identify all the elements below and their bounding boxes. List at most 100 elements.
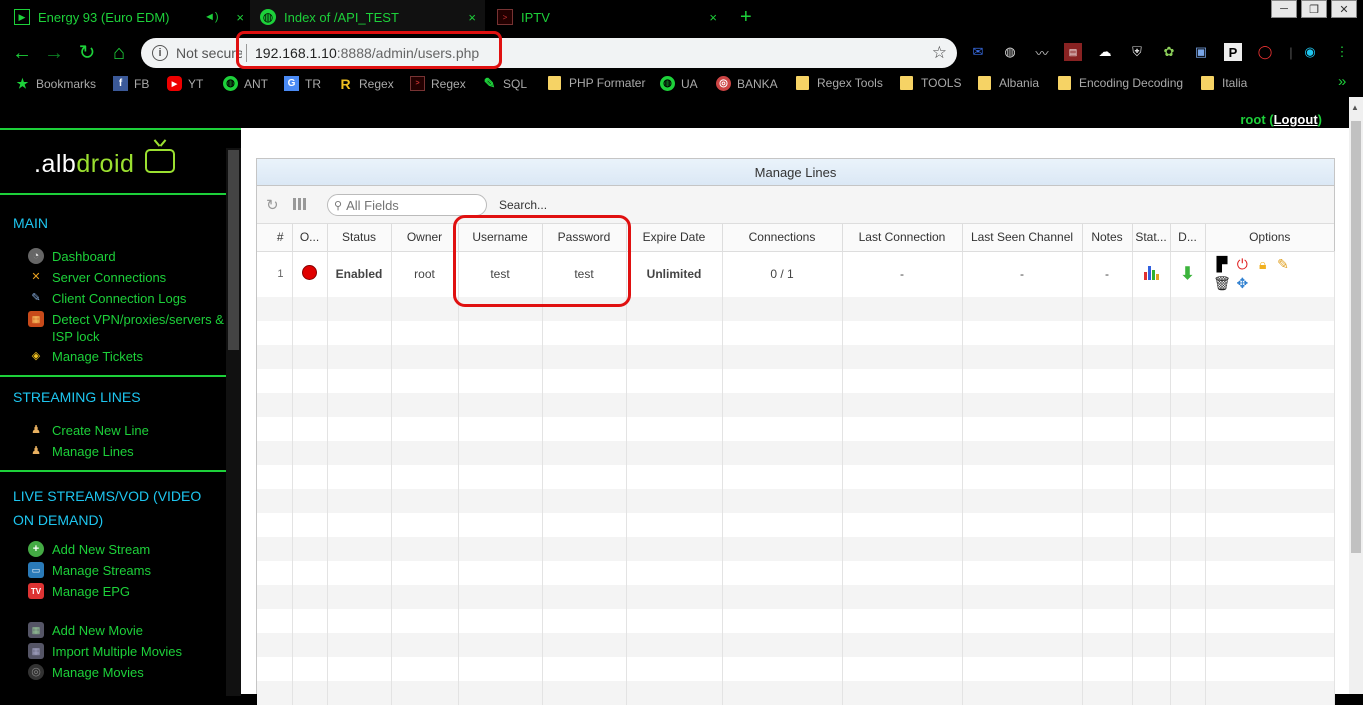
empty-cell (542, 393, 627, 417)
folder-icon (1201, 76, 1214, 90)
move-arrows-icon[interactable]: ✥ (1234, 274, 1251, 291)
column-header[interactable]: Status (327, 224, 392, 252)
sidebar-item-server-connections[interactable]: ✕ Server Connections (28, 269, 166, 286)
pdf-extension-icon[interactable]: ▤ (1064, 43, 1082, 61)
scrollbar-thumb[interactable] (228, 150, 239, 350)
bookmark-folder[interactable]: Albania (978, 76, 1039, 90)
bar-chart-icon[interactable] (1143, 265, 1159, 280)
shield-extension-icon[interactable]: ⛨ (1128, 43, 1146, 61)
stats-cell[interactable] (1132, 251, 1171, 297)
column-header[interactable]: Connections (722, 224, 843, 252)
close-window-icon[interactable]: ✕ (1331, 0, 1357, 18)
target-extension-icon[interactable]: ◉ (1301, 43, 1319, 61)
bookmark-folder[interactable]: TOOLS (900, 76, 961, 90)
divider (0, 375, 226, 377)
home-icon[interactable]: ⌂ (108, 42, 130, 64)
search-button[interactable]: Search... (499, 198, 547, 212)
p-extension-icon[interactable]: P (1224, 43, 1242, 61)
tab-api-test[interactable]: ◍ Index of /API_TEST × (250, 0, 485, 34)
restore-icon[interactable]: ❐ (1301, 0, 1327, 18)
cloud-extension-icon[interactable]: ☁ (1096, 43, 1114, 61)
sidebar-item-import-movies[interactable]: ▦ Import Multiple Movies (28, 643, 182, 660)
scroll-up-icon[interactable]: ▲ (1351, 103, 1359, 112)
bookmark-folder[interactable]: Italia (1201, 76, 1247, 90)
column-header[interactable]: Stat... (1132, 224, 1171, 252)
new-tab-button[interactable]: + (740, 0, 752, 34)
empty-cell (1170, 321, 1206, 345)
table-row[interactable]: 1 Enabled root test test Unlimited 0 / 1… (257, 251, 1335, 297)
bank-icon: ◎ (716, 76, 731, 91)
puzzle-extension-icon[interactable]: ✿ (1160, 43, 1178, 61)
bookmark-item[interactable]: ✎ SQL (482, 75, 527, 91)
screen-extension-icon[interactable]: ▣ (1192, 43, 1210, 61)
bookmark-folder[interactable]: Encoding Decoding (1058, 76, 1183, 90)
bookmark-item[interactable]: ★ Bookmarks (15, 76, 96, 91)
bookmark-star-icon[interactable]: ☆ (932, 43, 947, 63)
bookmark-item[interactable]: ▶ YT (167, 76, 203, 91)
empty-cell (257, 489, 293, 513)
sidebar-item-detect-vpn[interactable]: ▦ Detect VPN/proxies/servers & ISP lock (28, 311, 226, 345)
refresh-icon[interactable]: ↻ (266, 196, 279, 214)
sidebar-item-manage-lines[interactable]: ♟ Manage Lines (28, 443, 134, 460)
bookmark-item[interactable]: G TR (284, 76, 321, 91)
column-header[interactable]: Notes (1082, 224, 1133, 252)
scrollbar-thumb[interactable] (1351, 121, 1361, 553)
menu-icon[interactable]: ⋮ (1333, 43, 1351, 61)
column-header[interactable]: Owner (391, 224, 459, 252)
sidebar-item-add-movie[interactable]: ▦ Add New Movie (28, 622, 143, 639)
tab-iptv[interactable]: > IPTV × (497, 0, 717, 34)
sidebar-item-create-line[interactable]: ♟ Create New Line (28, 422, 149, 439)
search-box[interactable]: ⚲ (327, 194, 487, 216)
columns-icon[interactable] (293, 198, 307, 210)
close-icon[interactable]: × (709, 10, 717, 25)
sidebar-scrollbar[interactable] (226, 148, 241, 696)
lock-icon[interactable]: 🔒︎ (1254, 256, 1271, 273)
column-header[interactable]: Expire Date (626, 224, 723, 252)
page-scrollbar[interactable]: ▲ (1349, 97, 1363, 694)
mustache-extension-icon[interactable]: 〰 (1033, 43, 1051, 61)
bookmark-item[interactable]: R Regex (338, 76, 393, 92)
column-header[interactable]: O... (292, 224, 328, 252)
bookmark-item[interactable]: ◍ ANT (223, 76, 268, 91)
logout-link[interactable]: Logout (1274, 112, 1318, 127)
opera-extension-icon[interactable]: ◯ (1256, 43, 1274, 61)
column-header[interactable]: Last Seen Channel (962, 224, 1083, 252)
empty-cell (626, 561, 723, 585)
minimize-icon[interactable]: ─ (1271, 0, 1297, 18)
sidebar-item-manage-streams[interactable]: ▭ Manage Streams (28, 562, 151, 579)
sidebar-item-add-stream[interactable]: + Add New Stream (28, 541, 150, 558)
sidebar-item-manage-epg[interactable]: TV Manage EPG (28, 583, 130, 600)
bookmarks-overflow-button[interactable]: » (1338, 73, 1346, 90)
sidebar-item-tickets[interactable]: ◈ Manage Tickets (28, 348, 143, 365)
column-header[interactable]: # (257, 224, 293, 252)
mail-extension-icon[interactable]: ✉ (969, 43, 987, 61)
bookmark-item[interactable]: ◎ BANKA (716, 76, 778, 91)
delete-trash-icon[interactable]: 🗑︎ (1213, 274, 1231, 291)
globe-extension-icon[interactable]: ◍ (1001, 43, 1019, 61)
download-arrow-icon[interactable]: ⬇ (1180, 264, 1194, 283)
forward-icon[interactable]: → (43, 42, 65, 64)
sidebar-item-client-logs[interactable]: ✎ Client Connection Logs (28, 290, 186, 307)
bookmark-item[interactable]: ◍ UA (660, 76, 698, 91)
power-icon[interactable]: ⏻ (1234, 256, 1251, 273)
bookmark-item[interactable]: f FB (113, 76, 149, 91)
sidebar-item-manage-movies[interactable]: ◎ Manage Movies (28, 664, 144, 681)
bookmark-folder[interactable]: PHP Formater (548, 76, 645, 90)
sidebar-item-dashboard[interactable]: ◔ Dashboard (28, 248, 116, 265)
close-icon[interactable]: × (468, 10, 476, 25)
speaker-icon[interactable]: ◄) (204, 11, 219, 23)
edit-pencil-icon[interactable]: ✎ (1275, 256, 1292, 273)
kill-icon[interactable]: ▛ (1214, 256, 1231, 273)
bookmark-item[interactable]: > Regex (410, 76, 466, 91)
search-input[interactable] (346, 197, 477, 213)
column-header[interactable]: Options (1205, 224, 1334, 252)
tab-energy[interactable]: ▶ Energy 93 (Euro EDM) ◄) × (14, 0, 244, 34)
info-icon[interactable]: i (152, 45, 168, 61)
column-header[interactable]: Last Connection (842, 224, 963, 252)
column-header[interactable]: D... (1170, 224, 1206, 252)
download-cell[interactable]: ⬇ (1170, 251, 1206, 297)
close-icon[interactable]: × (236, 10, 244, 25)
bookmark-folder[interactable]: Regex Tools (796, 76, 883, 90)
back-icon[interactable]: ← (11, 42, 33, 64)
reload-icon[interactable]: ↻ (76, 42, 98, 64)
